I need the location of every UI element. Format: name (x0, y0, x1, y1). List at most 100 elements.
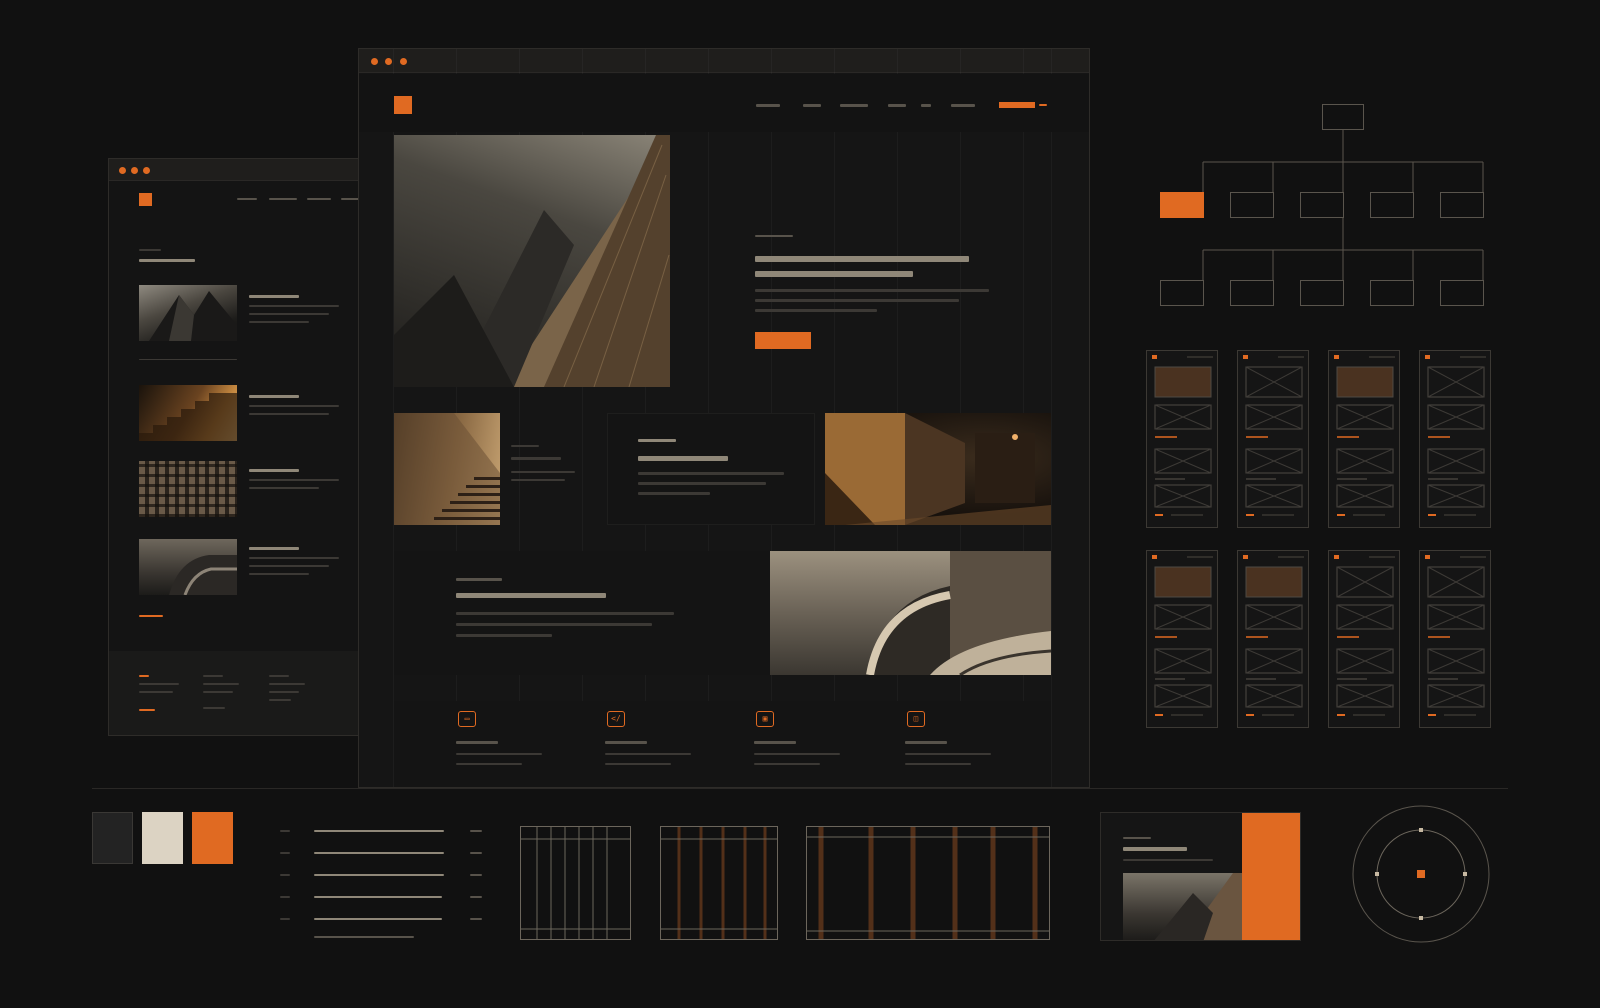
sitemap-node-level2[interactable] (1440, 280, 1484, 306)
footer-link[interactable] (139, 691, 173, 693)
type-sample (314, 874, 444, 876)
window-control-maximize[interactable] (143, 167, 150, 174)
footer-link[interactable] (269, 691, 299, 693)
hero-text (755, 299, 959, 302)
color-swatch-orange[interactable] (192, 812, 233, 864)
article-text (249, 321, 309, 323)
sitemap-node-level2[interactable] (1370, 280, 1414, 306)
hero-cta-button[interactable] (755, 332, 811, 349)
features-section: ▭ </ ▣ ◫ (394, 701, 1051, 787)
footer-link[interactable] (139, 709, 155, 711)
footer-link[interactable] (269, 699, 291, 701)
nav-link[interactable] (921, 104, 931, 107)
wireframe-thumbnail[interactable] (1146, 550, 1218, 728)
footer-link[interactable] (139, 683, 179, 685)
footer-link[interactable] (203, 691, 233, 693)
wireframe-thumbnail[interactable] (1328, 550, 1400, 728)
grid-lines (521, 827, 630, 939)
feature-text (754, 763, 820, 765)
type-sample (314, 936, 414, 938)
divider (92, 788, 1508, 789)
content-section (394, 551, 770, 675)
card-text (638, 482, 766, 485)
window-control-maximize[interactable] (400, 58, 407, 65)
nav-link[interactable] (803, 104, 821, 107)
wireframe-sketch (1152, 355, 1213, 516)
card-text (511, 471, 575, 473)
wireframe-thumbnail[interactable] (1419, 350, 1491, 528)
layout-grid-gutters[interactable] (660, 826, 778, 940)
window-control-minimize[interactable] (385, 58, 392, 65)
wireframe-sketch (1425, 355, 1486, 516)
article-thumbnail[interactable] (139, 285, 237, 341)
hero-image (394, 135, 670, 387)
feature-title (905, 741, 947, 744)
sitemap-node-level1[interactable] (1440, 192, 1484, 218)
section-text (456, 634, 552, 637)
footer-heading (269, 675, 289, 677)
wireframe-thumbnail[interactable] (1328, 350, 1400, 528)
sitemap-node-level1[interactable] (1230, 192, 1274, 218)
card-title (511, 457, 561, 460)
wireframe-sketch (1243, 555, 1304, 716)
nav-link[interactable] (756, 104, 780, 107)
hero-text (755, 309, 877, 312)
article-title[interactable] (249, 547, 299, 550)
sitemap-node-level1[interactable] (1300, 192, 1344, 218)
layout-grid-columns[interactable] (520, 826, 631, 940)
footer-link[interactable] (203, 707, 225, 709)
load-more-link[interactable] (139, 615, 163, 617)
color-swatch-dark[interactable] (92, 812, 133, 864)
window-titlebar (109, 159, 367, 181)
wireframe-thumbnail[interactable] (1146, 350, 1218, 528)
article-thumbnail[interactable] (139, 461, 237, 517)
article-text (249, 413, 329, 415)
card-image (1123, 873, 1243, 940)
wireframe-thumbnail[interactable] (1237, 350, 1309, 528)
sitemap-node-root[interactable] (1322, 104, 1364, 130)
sitemap-node-level2[interactable] (1300, 280, 1344, 306)
article-thumbnail[interactable] (139, 539, 237, 595)
wireframe-thumbnail[interactable] (1419, 550, 1491, 728)
window-control-minimize[interactable] (131, 167, 138, 174)
hero-building-shape (394, 135, 670, 387)
card-text (638, 492, 710, 495)
nav-link[interactable] (951, 104, 975, 107)
site-logo[interactable] (394, 96, 412, 114)
nav-link[interactable] (840, 104, 868, 107)
color-swatch-light[interactable] (142, 812, 183, 864)
layout-grid-wide[interactable] (806, 826, 1050, 940)
feature-text (456, 753, 542, 755)
hero-title (755, 256, 969, 262)
wireframe-sketch (1152, 555, 1213, 716)
footer-heading (203, 675, 223, 677)
wireframe-sketch (1334, 355, 1395, 516)
wireframe-thumbnail[interactable] (1237, 550, 1309, 728)
sitemap-node-level1[interactable] (1160, 192, 1204, 218)
feature-text (754, 753, 840, 755)
article-title[interactable] (249, 295, 299, 298)
content-card (607, 413, 815, 525)
article-text (249, 573, 309, 575)
article-title[interactable] (249, 469, 299, 472)
component-preview-card[interactable] (1100, 812, 1301, 941)
section-title (456, 593, 606, 598)
article-title[interactable] (249, 395, 299, 398)
nav-link[interactable] (269, 198, 297, 200)
nav-link[interactable] (237, 198, 257, 200)
footer-link[interactable] (269, 683, 305, 685)
site-logo[interactable] (139, 193, 152, 206)
window-control-close[interactable] (371, 58, 378, 65)
footer-link[interactable] (203, 683, 239, 685)
nav-cta-button[interactable] (999, 102, 1035, 108)
nav-link[interactable] (888, 104, 906, 107)
sitemap-node-level2[interactable] (1160, 280, 1204, 306)
window-control-close[interactable] (119, 167, 126, 174)
sitemap-node-level2[interactable] (1230, 280, 1274, 306)
sitemap-node-level1[interactable] (1370, 192, 1414, 218)
stairs-image (394, 413, 500, 525)
article-thumbnail[interactable] (139, 385, 237, 441)
site-footer (109, 651, 367, 735)
nav-link[interactable] (307, 198, 331, 200)
feature-title (754, 741, 796, 744)
